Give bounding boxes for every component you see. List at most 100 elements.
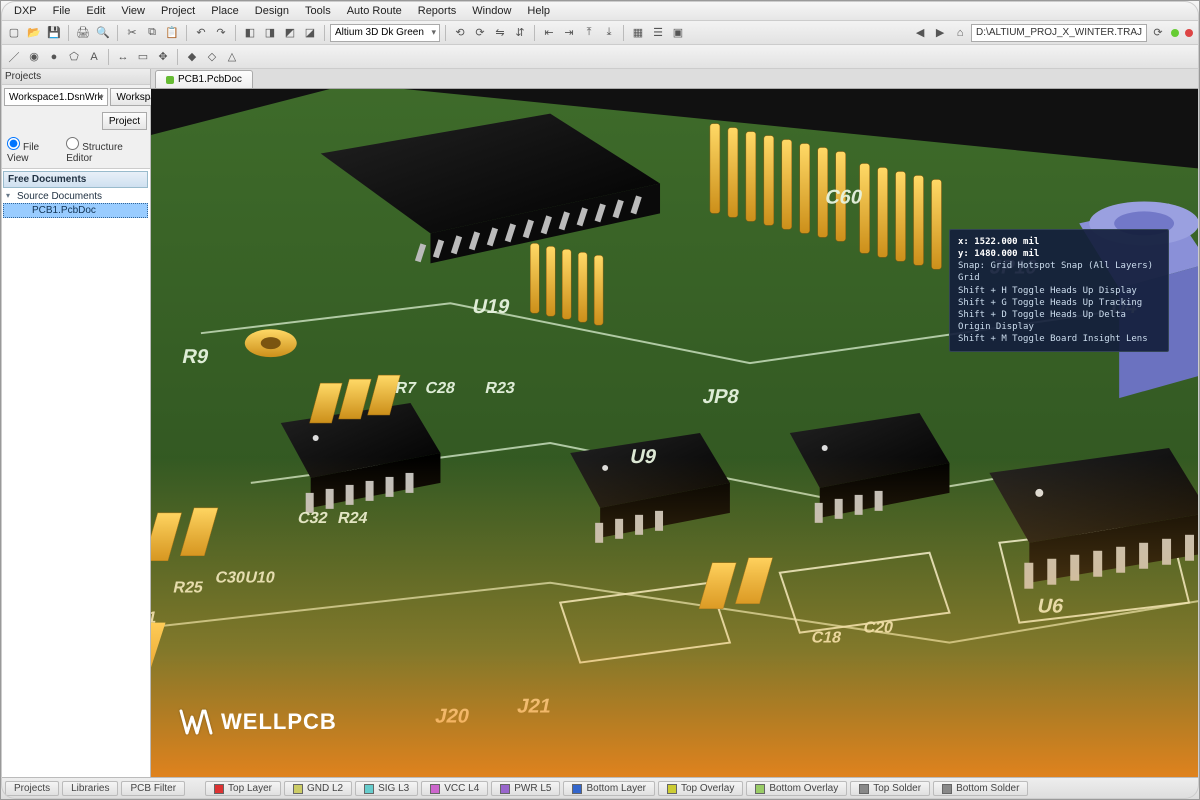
sidebar: Projects Workspace1.DsnWrk Workspace Pro… [1,69,151,777]
select-icon[interactable]: ▭ [134,48,152,66]
radio-file-view[interactable]: File View [7,137,58,164]
tool-a-icon[interactable]: ◧ [241,24,259,42]
place-via-icon[interactable]: ◉ [25,48,43,66]
project-button[interactable]: Project [102,112,147,130]
status-tab-projects[interactable]: Projects [5,781,59,796]
menu-help[interactable]: Help [520,3,557,19]
hud-line4: Shift + D Toggle Heads Up Delta Origin D… [958,309,1160,333]
statusbar: Projects Libraries PCB Filter Top Layer … [1,777,1199,799]
tree-leaf-selected[interactable]: PCB1.PcbDoc [3,203,148,218]
layer-icon[interactable]: ☰ [649,24,667,42]
layer-tab-9[interactable]: Bottom Solder [933,781,1028,796]
grid-icon[interactable]: ▦ [629,24,647,42]
menu-autoroute[interactable]: Auto Route [340,3,409,19]
refresh-icon[interactable]: ⟳ [1149,24,1167,42]
zoom-icon[interactable]: 🔍 [94,24,112,42]
layer-tab-0[interactable]: Top Layer [205,781,281,796]
undo-icon[interactable]: ↶ [192,24,210,42]
silk-c28: C28 [424,379,457,397]
tool-c-icon[interactable]: ◩ [281,24,299,42]
silk-jp8: JP8 [701,386,741,408]
silk-c60: C60 [823,187,864,209]
place-pad-icon[interactable]: ● [45,48,63,66]
silk-u10: U10 [244,569,277,587]
place-poly-icon[interactable]: ⬠ [65,48,83,66]
silk-c20: C20 [862,619,895,637]
menubar: DXP File Edit View Project Place Design … [1,1,1199,21]
save-icon[interactable]: 💾 [45,24,63,42]
workspace-combo[interactable]: Workspace1.DsnWrk [4,88,108,106]
layer-tab-3[interactable]: VCC L4 [421,781,488,796]
menu-reports[interactable]: Reports [411,3,464,19]
menu-file[interactable]: File [46,3,78,19]
silk-u9: U9 [628,446,658,468]
layer-tab-8[interactable]: Top Solder [850,781,930,796]
new-icon[interactable]: ▢ [5,24,23,42]
menu-window[interactable]: Window [465,3,518,19]
align-right-icon[interactable]: ⇥ [560,24,578,42]
silk-r7: R7 [394,379,418,397]
status-green-icon [1171,29,1179,37]
menu-dxp[interactable]: DXP [7,3,44,19]
nav-back-icon[interactable]: ◀ [911,24,929,42]
view-config-combo[interactable]: Altium 3D Dk Green [330,24,440,42]
open-icon[interactable]: 📂 [25,24,43,42]
move-icon[interactable]: ✥ [154,48,172,66]
silk-r9: R9 [180,346,210,368]
tool-b-icon[interactable]: ◨ [261,24,279,42]
cut-icon[interactable]: ✂ [123,24,141,42]
nav-fwd-icon[interactable]: ▶ [931,24,949,42]
tree-header: Free Documents [3,171,148,188]
rotate-right-icon[interactable]: ⟳ [471,24,489,42]
print-icon[interactable]: 🖨 [74,24,92,42]
hud-line5: Shift + M Toggle Board Insight Lens [958,333,1160,345]
file-path-box[interactable]: D:\ALTIUM_PROJ_X_WINTER.TRAJ [971,24,1147,42]
layer-tab-4[interactable]: PWR L5 [491,781,560,796]
align-left-icon[interactable]: ⇤ [540,24,558,42]
doc-tab-label: PCB1.PcbDoc [178,74,242,85]
silk-r25: R25 [172,579,205,597]
misc-b-icon[interactable]: ◇ [203,48,221,66]
menu-edit[interactable]: Edit [79,3,112,19]
view-mode-radios: File View Structure Editor [1,133,150,168]
panel-title: Projects [1,69,150,85]
heads-up-display: x: 1522.000 mil y: 1480.000 mil Snap: Gr… [949,229,1169,352]
doc-tab-active[interactable]: PCB1.PcbDoc [155,70,253,88]
radio-structure-editor[interactable]: Structure Editor [66,137,144,164]
tool-d-icon[interactable]: ◪ [301,24,319,42]
align-bottom-icon[interactable]: ⤓ [600,24,618,42]
flip-v-icon[interactable]: ⇵ [511,24,529,42]
menu-tools[interactable]: Tools [298,3,338,19]
toolbar-1: ▢ 📂 💾 🖨 🔍 ✂ ⧉ 📋 ↶ ↷ ◧ ◨ ◩ ◪ Altium 3D Dk… [1,21,1199,45]
layer-tab-6[interactable]: Top Overlay [658,781,743,796]
rotate-left-icon[interactable]: ⟲ [451,24,469,42]
flip-h-icon[interactable]: ⇋ [491,24,509,42]
redo-icon[interactable]: ↷ [212,24,230,42]
layer-tab-7[interactable]: Bottom Overlay [746,781,847,796]
menu-view[interactable]: View [114,3,152,19]
status-tab-libraries[interactable]: Libraries [62,781,118,796]
status-red-icon [1185,29,1193,37]
misc-c-icon[interactable]: △ [223,48,241,66]
layer-tab-2[interactable]: SIG L3 [355,781,418,796]
toolbar-2: ／ ◉ ● ⬠ A ↔ ▭ ✥ ◆ ◇ △ [1,45,1199,69]
align-top-icon[interactable]: ⤒ [580,24,598,42]
status-tab-pcbfilter[interactable]: PCB Filter [121,781,185,796]
project-tree[interactable]: Free Documents Source Documents PCB1.Pcb… [1,168,150,777]
silk-c18: C18 [810,629,843,647]
board-icon[interactable]: ▣ [669,24,687,42]
place-track-icon[interactable]: ／ [5,48,23,66]
misc-a-icon[interactable]: ◆ [183,48,201,66]
menu-project[interactable]: Project [154,3,202,19]
tree-group[interactable]: Source Documents [3,190,148,203]
place-text-icon[interactable]: A [85,48,103,66]
layer-tab-1[interactable]: GND L2 [284,781,352,796]
pcb-3d-viewport[interactable]: R9 U19 C60 JP10 U4 JP8 U9 R7 C28 R23 C32… [151,89,1199,777]
menu-place[interactable]: Place [204,3,246,19]
copy-icon[interactable]: ⧉ [143,24,161,42]
measure-icon[interactable]: ↔ [114,48,132,66]
paste-icon[interactable]: 📋 [163,24,181,42]
home-icon[interactable]: ⌂ [951,24,969,42]
layer-tab-5[interactable]: Bottom Layer [563,781,654,796]
menu-design[interactable]: Design [248,3,296,19]
